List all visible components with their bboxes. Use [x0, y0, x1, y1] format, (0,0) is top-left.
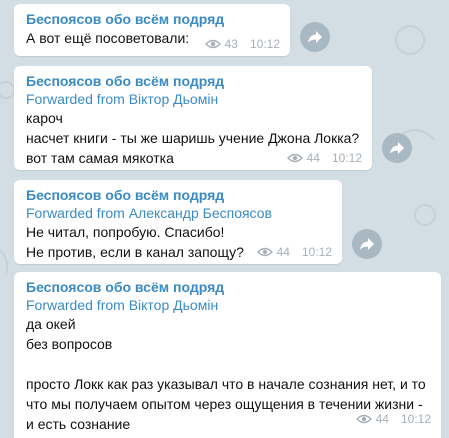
view-count: 44: [375, 412, 389, 426]
message-text-line: без вопросов: [26, 336, 113, 352]
eye-icon: [204, 39, 221, 49]
eye-icon: [256, 247, 273, 257]
share-arrow-icon: [390, 142, 404, 154]
forwarded-from[interactable]: Forwarded from Віктор Дьомін: [26, 296, 429, 314]
message-sender[interactable]: Беспоясов обо всём подряд: [26, 10, 278, 28]
share-arrow-icon: [308, 31, 322, 43]
share-button[interactable]: [382, 133, 412, 163]
message-meta: 44 10:12: [286, 151, 362, 165]
message-time: 10:12: [301, 245, 332, 259]
share-arrow-icon: [360, 238, 374, 250]
view-count: 44: [276, 245, 290, 259]
forwarded-from[interactable]: Forwarded from Віктор Дьомін: [26, 90, 360, 108]
message-bubble: Беспоясов обо всём подряд Forwarded from…: [14, 180, 342, 264]
message-sender[interactable]: Беспоясов обо всём подряд: [26, 186, 330, 204]
message-time: 10:12: [249, 37, 280, 51]
view-count: 43: [224, 37, 238, 51]
view-count: 44: [306, 151, 320, 165]
message-bubble: Беспоясов обо всём подряд Forwarded from…: [14, 66, 372, 170]
share-button[interactable]: [352, 229, 382, 259]
message-text-line: да окей: [26, 316, 76, 332]
message-meta: 44 10:12: [256, 245, 332, 259]
message-sender[interactable]: Беспоясов обо всём подряд: [26, 72, 360, 90]
share-button[interactable]: [300, 22, 330, 52]
message-sender[interactable]: Беспоясов обо всём подряд: [26, 278, 429, 296]
message-time: 10:12: [400, 412, 431, 426]
message-time: 10:12: [331, 151, 362, 165]
message-meta: 43 10:12: [204, 37, 280, 51]
eye-icon: [286, 153, 303, 163]
message-bubble: Беспоясов обо всём подряд Forwarded from…: [14, 272, 441, 438]
message-text-line: просто Локк как раз указывал что в начал…: [26, 376, 426, 392]
message-text-line: насчет книги - ты же шаришь учение Джона…: [26, 130, 360, 146]
message-text-line: кароч: [26, 110, 63, 126]
message-meta: 44 10:12: [355, 412, 431, 426]
forwarded-from[interactable]: Forwarded from Александр Беспоясов: [26, 204, 330, 222]
message-text-line: что мы получаем опытом через ощущения в …: [26, 396, 423, 412]
message-text-line: Не читал, попробую. Спасибо!: [26, 224, 225, 240]
message-bubble: Беспоясов обо всём подряд А вот ещё посо…: [14, 4, 290, 56]
eye-icon: [355, 414, 372, 424]
